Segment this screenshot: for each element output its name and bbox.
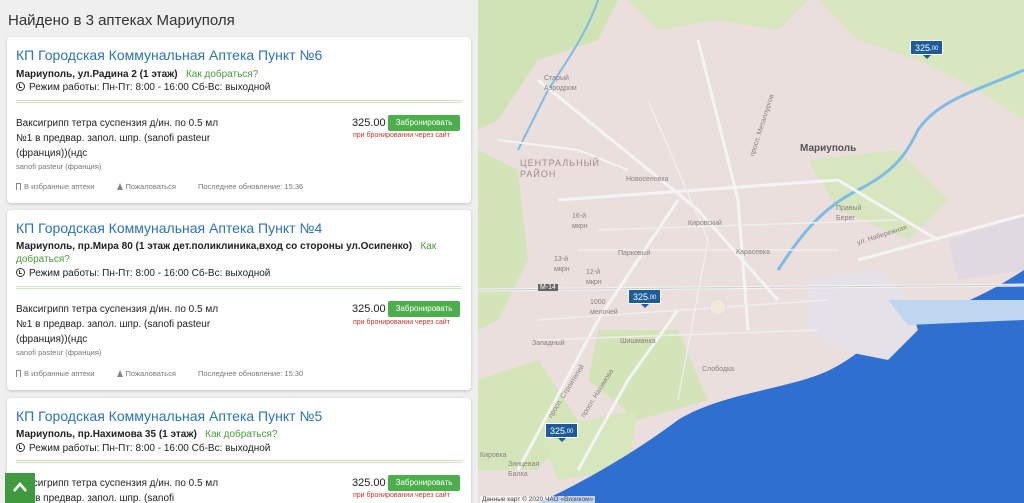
map-label-area: Слободка [702, 366, 735, 373]
how-to-get-link[interactable]: Как добраться? [186, 69, 258, 80]
map-label-area: 12-й мкрн [586, 269, 602, 286]
product-manufacturer: sanofi pasteur (франция) [16, 348, 102, 357]
map-label-area: Новоселовка [626, 176, 669, 183]
divider [16, 100, 462, 103]
reserve-note: при бронировании через сайт [353, 132, 450, 139]
map-label-city: Мариуполь [800, 143, 857, 154]
results-panel: Найдено в 3 аптеках Мариуполя КП Городск… [0, 0, 478, 503]
map-label-area: Кировский [688, 220, 722, 227]
pharmacy-address: Мариуполь, пр.Нахимова 35 (1 этаж) Как д… [16, 429, 278, 440]
map-label-area: 1000 мелочей [590, 299, 618, 316]
product-description: Ваксигрипп тетра суспензия д/ин. по 0.5 … [16, 304, 219, 345]
product-price: 325.00 [352, 303, 386, 315]
working-hours: Режим работы: Пн-Пт: 8:00 - 16:00 Сб-Вс:… [16, 268, 270, 279]
clock-icon [16, 82, 25, 91]
add-favorite-link[interactable]: В избранные аптеки [16, 182, 104, 191]
map-label-area: 13-й мкрн [554, 256, 570, 273]
map-label-area: Зинцевая Балка [508, 461, 540, 478]
map-label-area: Карасевка [736, 249, 770, 256]
how-to-get-link[interactable]: Как добраться? [205, 429, 277, 440]
map-label-district: ЦЕНТРАЛЬНЫЙ РАЙОН [520, 158, 601, 179]
map-price-pin[interactable]: 325,00 [545, 423, 579, 442]
map-label-road: М-14 [538, 284, 558, 291]
complain-link[interactable]: Пожаловаться [116, 369, 186, 378]
pharmacy-title-link[interactable]: КП Городская Коммунальная Аптека Пункт №… [16, 220, 322, 236]
warning-icon [116, 370, 123, 377]
last-updated: Последнее обновление: 15:36 [197, 182, 304, 191]
map-label-area: Парковый [618, 250, 651, 257]
divider [16, 286, 462, 289]
map-price-pin[interactable]: 325,00 [628, 289, 662, 308]
card-footer: В избранные аптеки Пожаловаться Последне… [16, 369, 313, 378]
bookmark-icon [16, 370, 21, 377]
pharmacy-address: Мариуполь, ул.Радина 2 (1 этаж) Как добр… [16, 69, 259, 80]
reserve-button[interactable]: Забронировать [388, 301, 460, 317]
map-label-area: Старый Аэродром [544, 75, 577, 92]
product-price: 325.00 [352, 477, 386, 489]
chevron-up-icon [13, 482, 27, 492]
reserve-button[interactable]: Забронировать [388, 475, 460, 491]
map-view[interactable]: Мариуполь ЦЕНТРАЛЬНЫЙ РАЙОН Старый Аэрод… [478, 0, 1024, 503]
reserve-note: при бронировании через сайт [353, 492, 450, 499]
results-header: Найдено в 3 аптеках Мариуполя [8, 12, 235, 29]
map-label-area: Правый Берег [836, 205, 862, 222]
pharmacy-card: КП Городская Коммунальная Аптека Пункт №… [7, 398, 471, 503]
clock-icon [16, 268, 25, 277]
complain-link[interactable]: Пожаловаться [116, 182, 186, 191]
map-copyright: Данные карт © 2020 ЧАО «Визиком» [480, 496, 596, 503]
pharmacy-card: КП Городская Коммунальная Аптека Пункт №… [7, 37, 471, 203]
working-hours: Режим работы: Пн-Пт: 8:00 - 16:00 Сб-Вс:… [16, 443, 270, 454]
app-root: Найдено в 3 аптеках Мариуполя КП Городск… [0, 0, 1024, 503]
map-label-area: Кировка [480, 452, 507, 459]
pharmacy-title-link[interactable]: КП Городская Коммунальная Аптека Пункт №… [16, 47, 322, 63]
pharmacy-title-link[interactable]: КП Городская Коммунальная Аптека Пункт №… [16, 408, 322, 424]
warning-icon [116, 183, 123, 190]
product-price: 325.00 [352, 117, 386, 129]
product-manufacturer: sanofi pasteur (франция) [16, 162, 102, 171]
divider [16, 460, 462, 463]
map-price-pin[interactable]: 325,00 [910, 40, 944, 59]
bookmark-icon [16, 183, 21, 190]
product-description: Ваксигрипп тетра суспензия д/ин. по 0.5 … [16, 118, 219, 159]
scroll-top-button[interactable] [5, 473, 35, 503]
working-hours: Режим работы: Пн-Пт: 8:00 - 16:00 Сб-Вс:… [16, 82, 270, 93]
pharmacy-address: Мариуполь, пр.Мира 80 (1 этаж дет.поликл… [16, 241, 437, 265]
product-description: Ваксигрипп тетра суспензия д/ин. по 0.5 … [16, 478, 219, 503]
map-label-area: Шишманка [620, 338, 656, 345]
last-updated: Последнее обновление: 15:30 [197, 369, 304, 378]
map-label-area: 16-й мкрн [572, 213, 588, 230]
card-footer: В избранные аптеки Пожаловаться Последне… [16, 182, 313, 191]
add-favorite-link[interactable]: В избранные аптеки [16, 369, 104, 378]
map-label-area: Западный [532, 340, 565, 347]
pharmacy-card: КП Городская Коммунальная Аптека Пункт №… [7, 210, 471, 390]
reserve-note: при бронировании через сайт [353, 319, 450, 326]
reserve-button[interactable]: Забронировать [388, 115, 460, 131]
clock-icon [16, 443, 25, 452]
